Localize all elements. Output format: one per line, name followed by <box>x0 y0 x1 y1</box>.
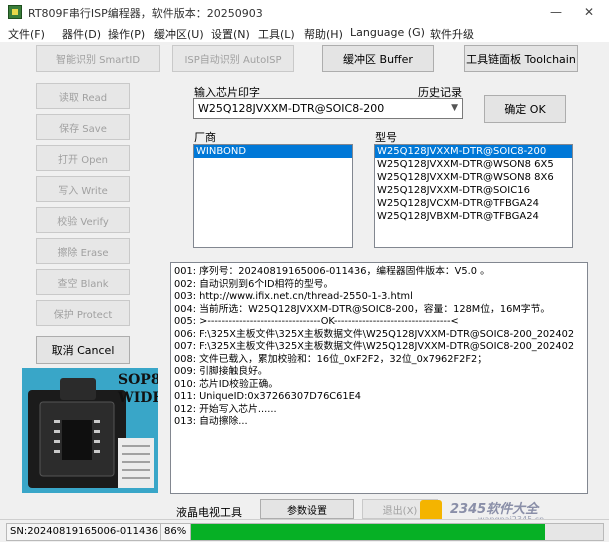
log-line: 004: 当前所选：W25Q128JVXXM-DTR@SOIC8-200，容量：… <box>174 303 551 315</box>
model-item[interactable]: W25Q128JVXXM-DTR@WSON8 8X6 <box>375 171 572 184</box>
menu-language[interactable]: Language (G) <box>350 26 425 39</box>
model-list[interactable]: W25Q128JVXXM-DTR@SOIC8-200 W25Q128JVXXM-… <box>374 144 573 248</box>
model-item[interactable]: W25Q128JVXXM-DTR@SOIC16 <box>375 184 572 197</box>
menu-file[interactable]: 文件(F) <box>8 26 45 42</box>
menu-settings[interactable]: 设置(N) <box>211 26 250 42</box>
read-button[interactable]: 读取 Read <box>36 83 130 109</box>
socket-type-line1: SOP8 <box>118 372 158 388</box>
log-line: 010: 芯片ID校验正确。 <box>174 378 279 390</box>
menu-device[interactable]: 器件(D) <box>62 26 101 42</box>
window-title: RT809F串行ISP编程器，软件版本：20250903 <box>28 7 263 20</box>
progress-fill <box>191 524 546 540</box>
log-line: 012: 开始写入芯片...... <box>174 403 277 415</box>
params-button[interactable]: 参数设置 <box>260 499 354 519</box>
progress-percent: 86% <box>160 523 193 541</box>
vendor-label: 厂商 <box>194 131 216 144</box>
progress-bar <box>190 523 604 541</box>
model-item[interactable]: W25Q128JVXXM-DTR@SOIC8-200 <box>375 145 572 158</box>
smart-id-button[interactable]: 智能识别 SmartID <box>36 45 160 72</box>
log-line: 007: F:\325X主板文件\325X主板数据文件\W25Q128JVXXM… <box>174 341 575 352</box>
log-line: 003: http://www.ifix.net.cn/thread-2550-… <box>174 291 413 302</box>
log-line: 011: UniqueID:0x37266307D76C61E4 <box>174 391 362 402</box>
vendor-item-winbond[interactable]: WINBOND <box>194 145 352 158</box>
save-button[interactable]: 保存 Save <box>36 114 130 140</box>
ok-button[interactable]: 确定 OK <box>484 95 566 123</box>
log-line: 006: F:\325X主板文件\325X主板数据文件\W25Q128JVXXM… <box>174 328 575 340</box>
toolchain-button[interactable]: 工具链面板 Toolchain <box>464 45 578 72</box>
menu-buffer[interactable]: 缓冲区(U) <box>154 26 204 42</box>
buffer-button[interactable]: 缓冲区 Buffer <box>322 45 434 72</box>
model-item[interactable]: W25Q128JVXXM-DTR@WSON8 6X5 <box>375 158 572 171</box>
log-line: 009: 引脚接触良好。 <box>174 366 268 377</box>
model-item[interactable]: W25Q128JVCXM-DTR@TFBGA24 <box>375 197 572 210</box>
auto-isp-button[interactable]: ISP自动识别 AutoISP <box>172 45 294 72</box>
blank-check-button[interactable]: 查空 Blank <box>36 269 130 295</box>
log-line: 008: 文件已载入，累加校验和：16位_0xF2F2，32位_0x7962F2… <box>174 353 488 365</box>
model-item[interactable]: W25Q128JVBXM-DTR@TFBGA24 <box>375 210 572 223</box>
app-icon <box>8 5 22 19</box>
lcd-tool-label[interactable]: 液晶电视工具 <box>176 504 242 520</box>
menu-help[interactable]: 帮助(H) <box>304 26 343 42</box>
log-output[interactable]: 001: 序列号：20240819165006-011436，编程器固件版本：V… <box>170 262 588 494</box>
model-label: 型号 <box>375 131 397 144</box>
status-bar: SN:20240819165006-011436 86% <box>0 519 609 542</box>
title-bar: RT809F串行ISP编程器，软件版本：20250903 — ✕ <box>0 0 609 24</box>
minimize-icon[interactable]: — <box>545 3 567 21</box>
menu-bar: 文件(F) 器件(D) 操作(P) 缓冲区(U) 设置(N) 工具(L) 帮助(… <box>0 24 609 42</box>
open-button[interactable]: 打开 Open <box>36 145 130 171</box>
log-line: 005: >--------------------------------OK… <box>174 316 459 327</box>
erase-button[interactable]: 擦除 Erase <box>36 238 130 264</box>
vendor-list[interactable]: WINBOND <box>193 144 353 248</box>
log-line: 002: 自动识别到6个ID相符的型号。 <box>174 278 334 290</box>
menu-tools[interactable]: 工具(L) <box>258 26 295 42</box>
cancel-button[interactable]: 取消 Cancel <box>36 336 130 364</box>
chip-input-value: W25Q128JVXXM-DTR@SOIC8-200 <box>198 102 385 115</box>
log-line: 013: 自动擦除... <box>174 416 248 427</box>
chevron-down-icon[interactable]: ▼ <box>451 103 458 113</box>
menu-operate[interactable]: 操作(P) <box>108 26 145 42</box>
verify-button[interactable]: 校验 Verify <box>36 207 130 233</box>
chip-input-combo[interactable]: W25Q128JVXXM-DTR@SOIC8-200 ▼ <box>193 98 463 119</box>
write-button[interactable]: 写入 Write <box>36 176 130 202</box>
protect-button[interactable]: 保护 Protect <box>36 300 130 326</box>
menu-upgrade[interactable]: 软件升级 <box>430 26 474 42</box>
socket-type-line2: WIDE <box>118 390 158 406</box>
serial-number: SN:20240819165006-011436 <box>6 523 161 541</box>
socket-image: SOP8 WIDE <box>22 368 158 493</box>
close-icon[interactable]: ✕ <box>578 3 600 21</box>
log-line: 001: 序列号：20240819165006-011436，编程器固件版本：V… <box>174 266 490 277</box>
